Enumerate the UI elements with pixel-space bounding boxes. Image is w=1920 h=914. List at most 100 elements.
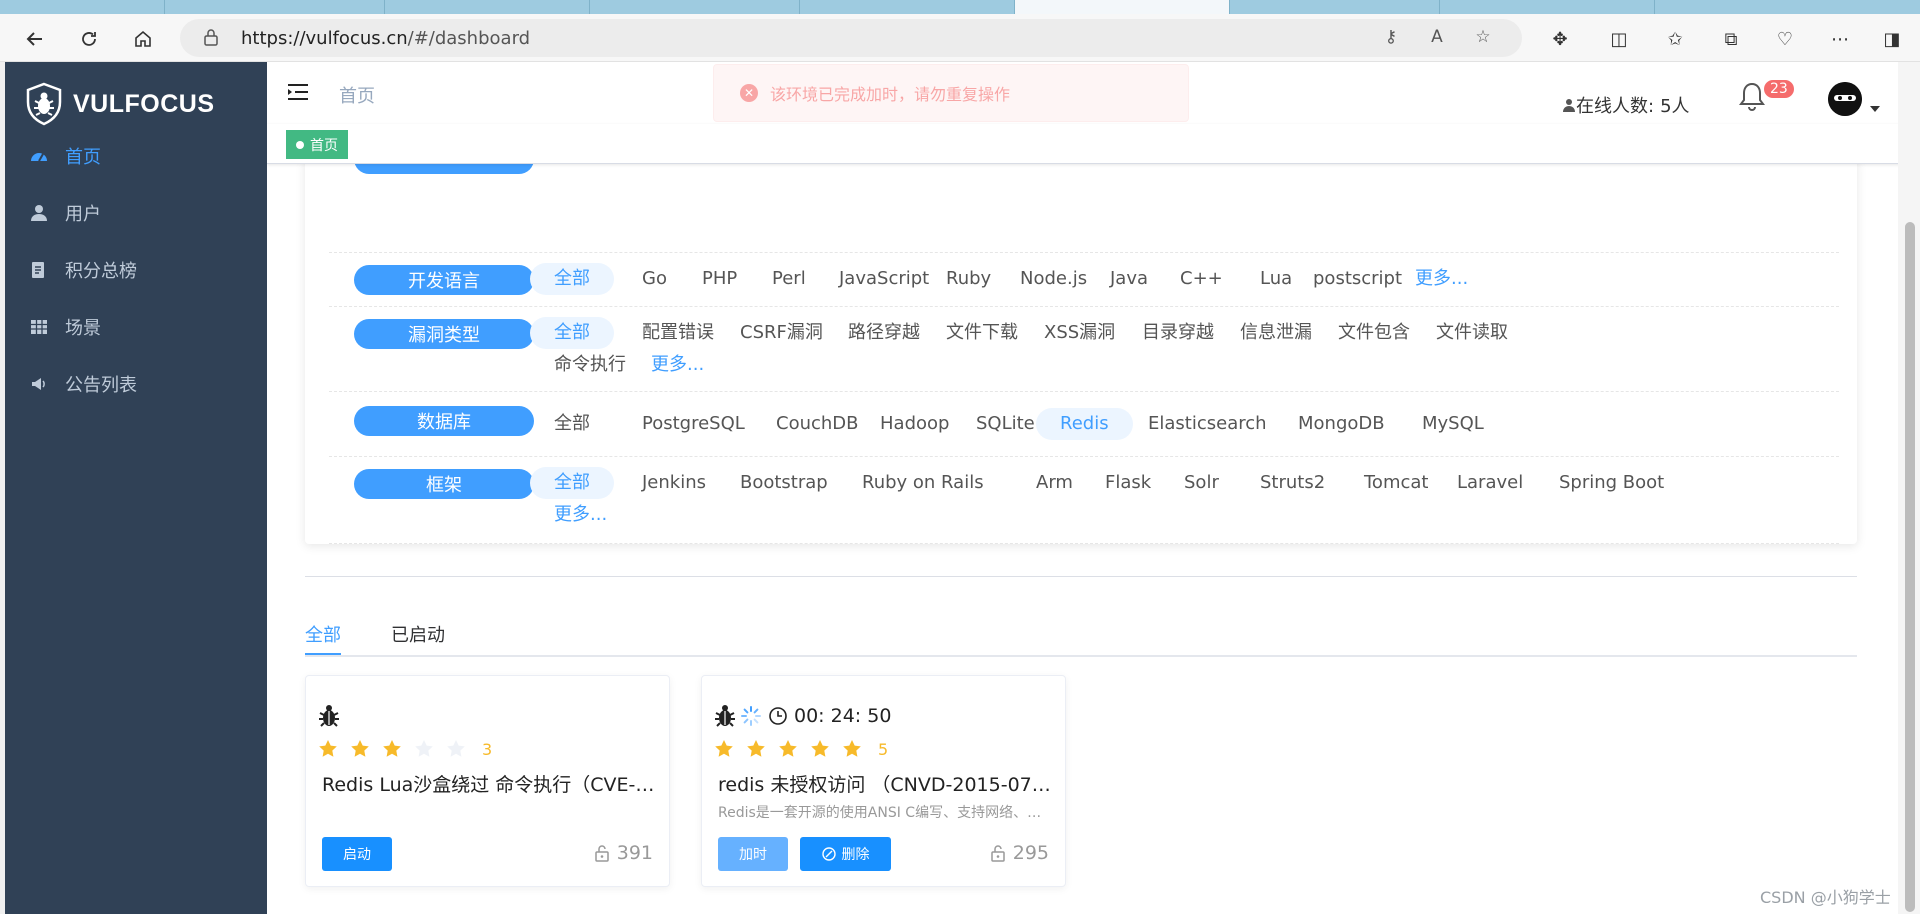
home-icon[interactable] — [128, 24, 158, 54]
health-icon[interactable]: ♡ — [1770, 24, 1800, 54]
brand[interactable]: VULFOCUS — [25, 82, 215, 126]
filter-row-partial — [329, 144, 1839, 253]
filter-row-language: 开发语言 全部 Go PHP Perl JavaScript Ruby Node… — [329, 253, 1839, 307]
filter-option[interactable]: Elasticsearch — [1124, 408, 1291, 440]
toast-message: 该环境已完成加时，请勿重复操作 — [770, 85, 1011, 104]
browser-toolbar: https://vulfocus.cn/#/dashboard ⚷ A ☆ ✥ … — [0, 14, 1920, 62]
start-button[interactable]: 启动 — [322, 837, 392, 871]
filter-option[interactable]: Redis — [1036, 408, 1133, 440]
card-count: 295 — [989, 842, 1049, 864]
star-icon — [811, 740, 829, 757]
card-description: Redis是一套开源的使用ANSI C编写、支持网络、可基于内存亦可持久化的日志… — [718, 805, 1053, 821]
hamburger-icon[interactable] — [287, 82, 309, 102]
filter-option[interactable]: PostgreSQL — [618, 408, 769, 440]
key-icon[interactable]: ⚷ — [1380, 27, 1402, 49]
extend-time-button[interactable]: 加时 — [718, 837, 788, 871]
card-title[interactable]: Redis Lua沙盒绕过 命令执行（CVE-2022-0543） — [322, 770, 657, 797]
filter-option[interactable]: 全部 — [530, 467, 614, 499]
address-bar[interactable]: https://vulfocus.cn/#/dashboard ⚷ A ☆ — [180, 19, 1522, 57]
filter-option[interactable]: Laravel — [1433, 467, 1547, 499]
card-title[interactable]: redis 未授权访问 （CNVD-2015-07557） — [718, 770, 1053, 797]
read-aloud-icon[interactable]: A — [1426, 27, 1448, 49]
filter-option[interactable]: C++ — [1156, 263, 1247, 295]
refresh-icon[interactable] — [74, 24, 104, 54]
back-arrow-icon[interactable] — [20, 24, 50, 54]
browser-tab[interactable] — [1440, 0, 1655, 14]
tags-view-bar — [267, 124, 1900, 164]
card-count: 391 — [593, 842, 653, 864]
filter-label: 开发语言 — [354, 265, 534, 295]
filter-option[interactable]: Spring Boot — [1535, 467, 1688, 499]
browser-tab[interactable] — [800, 0, 1015, 14]
url-text[interactable]: https://vulfocus.cn/#/dashboard — [241, 28, 530, 49]
sidebar-item-announcements[interactable]: 公告列表 — [5, 356, 267, 412]
filter-more-link[interactable]: 更多... — [530, 499, 631, 531]
favorites-icon[interactable]: ✩ — [1660, 24, 1690, 54]
rating-stars: 3 — [318, 739, 492, 759]
filter-option[interactable]: 全部 — [530, 408, 614, 440]
filter-card: 开发语言 全部 Go PHP Perl JavaScript Ruby Node… — [305, 144, 1857, 544]
delete-button[interactable]: 删除 — [800, 837, 891, 871]
browser-tab-active[interactable] — [1015, 0, 1230, 14]
filter-option[interactable]: Struts2 — [1236, 467, 1349, 499]
shield-bug-logo-icon — [26, 82, 62, 126]
notification-badge: 23 — [1763, 79, 1795, 99]
star-icon — [351, 740, 369, 757]
filter-option[interactable]: Solr — [1160, 467, 1243, 499]
env-card: 3 Redis Lua沙盒绕过 命令执行（CVE-2022-0543） 启动 3… — [305, 675, 670, 887]
browser-tab[interactable] — [165, 0, 385, 14]
ranking-icon — [29, 260, 49, 280]
sidebar-item-label: 首页 — [65, 147, 101, 168]
bell-icon[interactable] — [1737, 80, 1767, 112]
watermark: CSDN @小狗学士 — [1760, 888, 1891, 907]
breadcrumb[interactable]: 首页 — [339, 82, 375, 108]
browser-tab[interactable] — [1230, 0, 1440, 14]
filter-option[interactable]: MySQL — [1398, 408, 1508, 440]
filter-option[interactable]: 文件读取 — [1412, 317, 1532, 349]
star-empty-icon — [415, 740, 433, 757]
tab-started[interactable]: 已启动 — [391, 621, 445, 647]
collections-icon[interactable]: ⧉ — [1716, 24, 1746, 54]
card-header — [316, 702, 342, 730]
browser-tab[interactable] — [0, 0, 165, 14]
filter-option[interactable]: Ruby on Rails — [838, 467, 1008, 499]
rating-stars: 5 — [714, 739, 888, 759]
filter-option[interactable]: MongoDB — [1274, 408, 1409, 440]
filter-label: 漏洞类型 — [354, 319, 534, 349]
more-menu-icon[interactable]: ⋯ — [1825, 24, 1855, 54]
favorite-star-icon[interactable]: ☆ — [1472, 27, 1494, 49]
filter-option[interactable]: Jenkins — [618, 467, 730, 499]
sidebar-item-label: 用户 — [65, 204, 101, 225]
filter-option[interactable]: Bootstrap — [716, 467, 852, 499]
user-icon — [29, 203, 49, 223]
browser-tab[interactable] — [385, 0, 590, 14]
lock-icon[interactable] — [202, 28, 220, 46]
filter-option[interactable]: 全部 — [530, 263, 614, 295]
avatar[interactable] — [1828, 82, 1862, 116]
star-icon — [779, 740, 797, 757]
split-screen-icon[interactable]: ◫ — [1604, 24, 1634, 54]
extensions-icon[interactable]: ✥ — [1545, 24, 1575, 54]
filter-option[interactable]: 全部 — [530, 317, 614, 349]
browser-tab-strip — [0, 0, 1920, 14]
sidebar-item-user[interactable]: 用户 — [5, 185, 267, 241]
sidebar-item-scene[interactable]: 场景 — [5, 299, 267, 355]
delete-circle-icon — [821, 847, 836, 861]
avatar-dropdown-caret-icon[interactable] — [1870, 106, 1880, 112]
tag-dot — [296, 140, 304, 149]
avatar-mask-icon — [1828, 82, 1862, 116]
sidebar-item-home[interactable]: 首页 — [5, 128, 267, 184]
filter-more-link[interactable]: 更多... — [627, 349, 728, 381]
page-scrollbar[interactable] — [1898, 62, 1920, 914]
url-path: /#/dashboard — [407, 28, 531, 49]
sidebar-item-ranking[interactable]: 积分总榜 — [5, 242, 267, 298]
browser-tab[interactable] — [590, 0, 800, 14]
filter-more-link[interactable]: 更多... — [1391, 263, 1492, 295]
scrollbar-thumb[interactable] — [1905, 222, 1915, 912]
tab-active-indicator — [305, 653, 341, 655]
star-icon — [715, 740, 733, 757]
sidebar-toggle-icon[interactable]: ◨ — [1877, 24, 1907, 54]
tag-home[interactable]: 首页 — [286, 130, 348, 159]
tab-all[interactable]: 全部 — [305, 621, 341, 647]
megaphone-icon — [29, 374, 49, 394]
